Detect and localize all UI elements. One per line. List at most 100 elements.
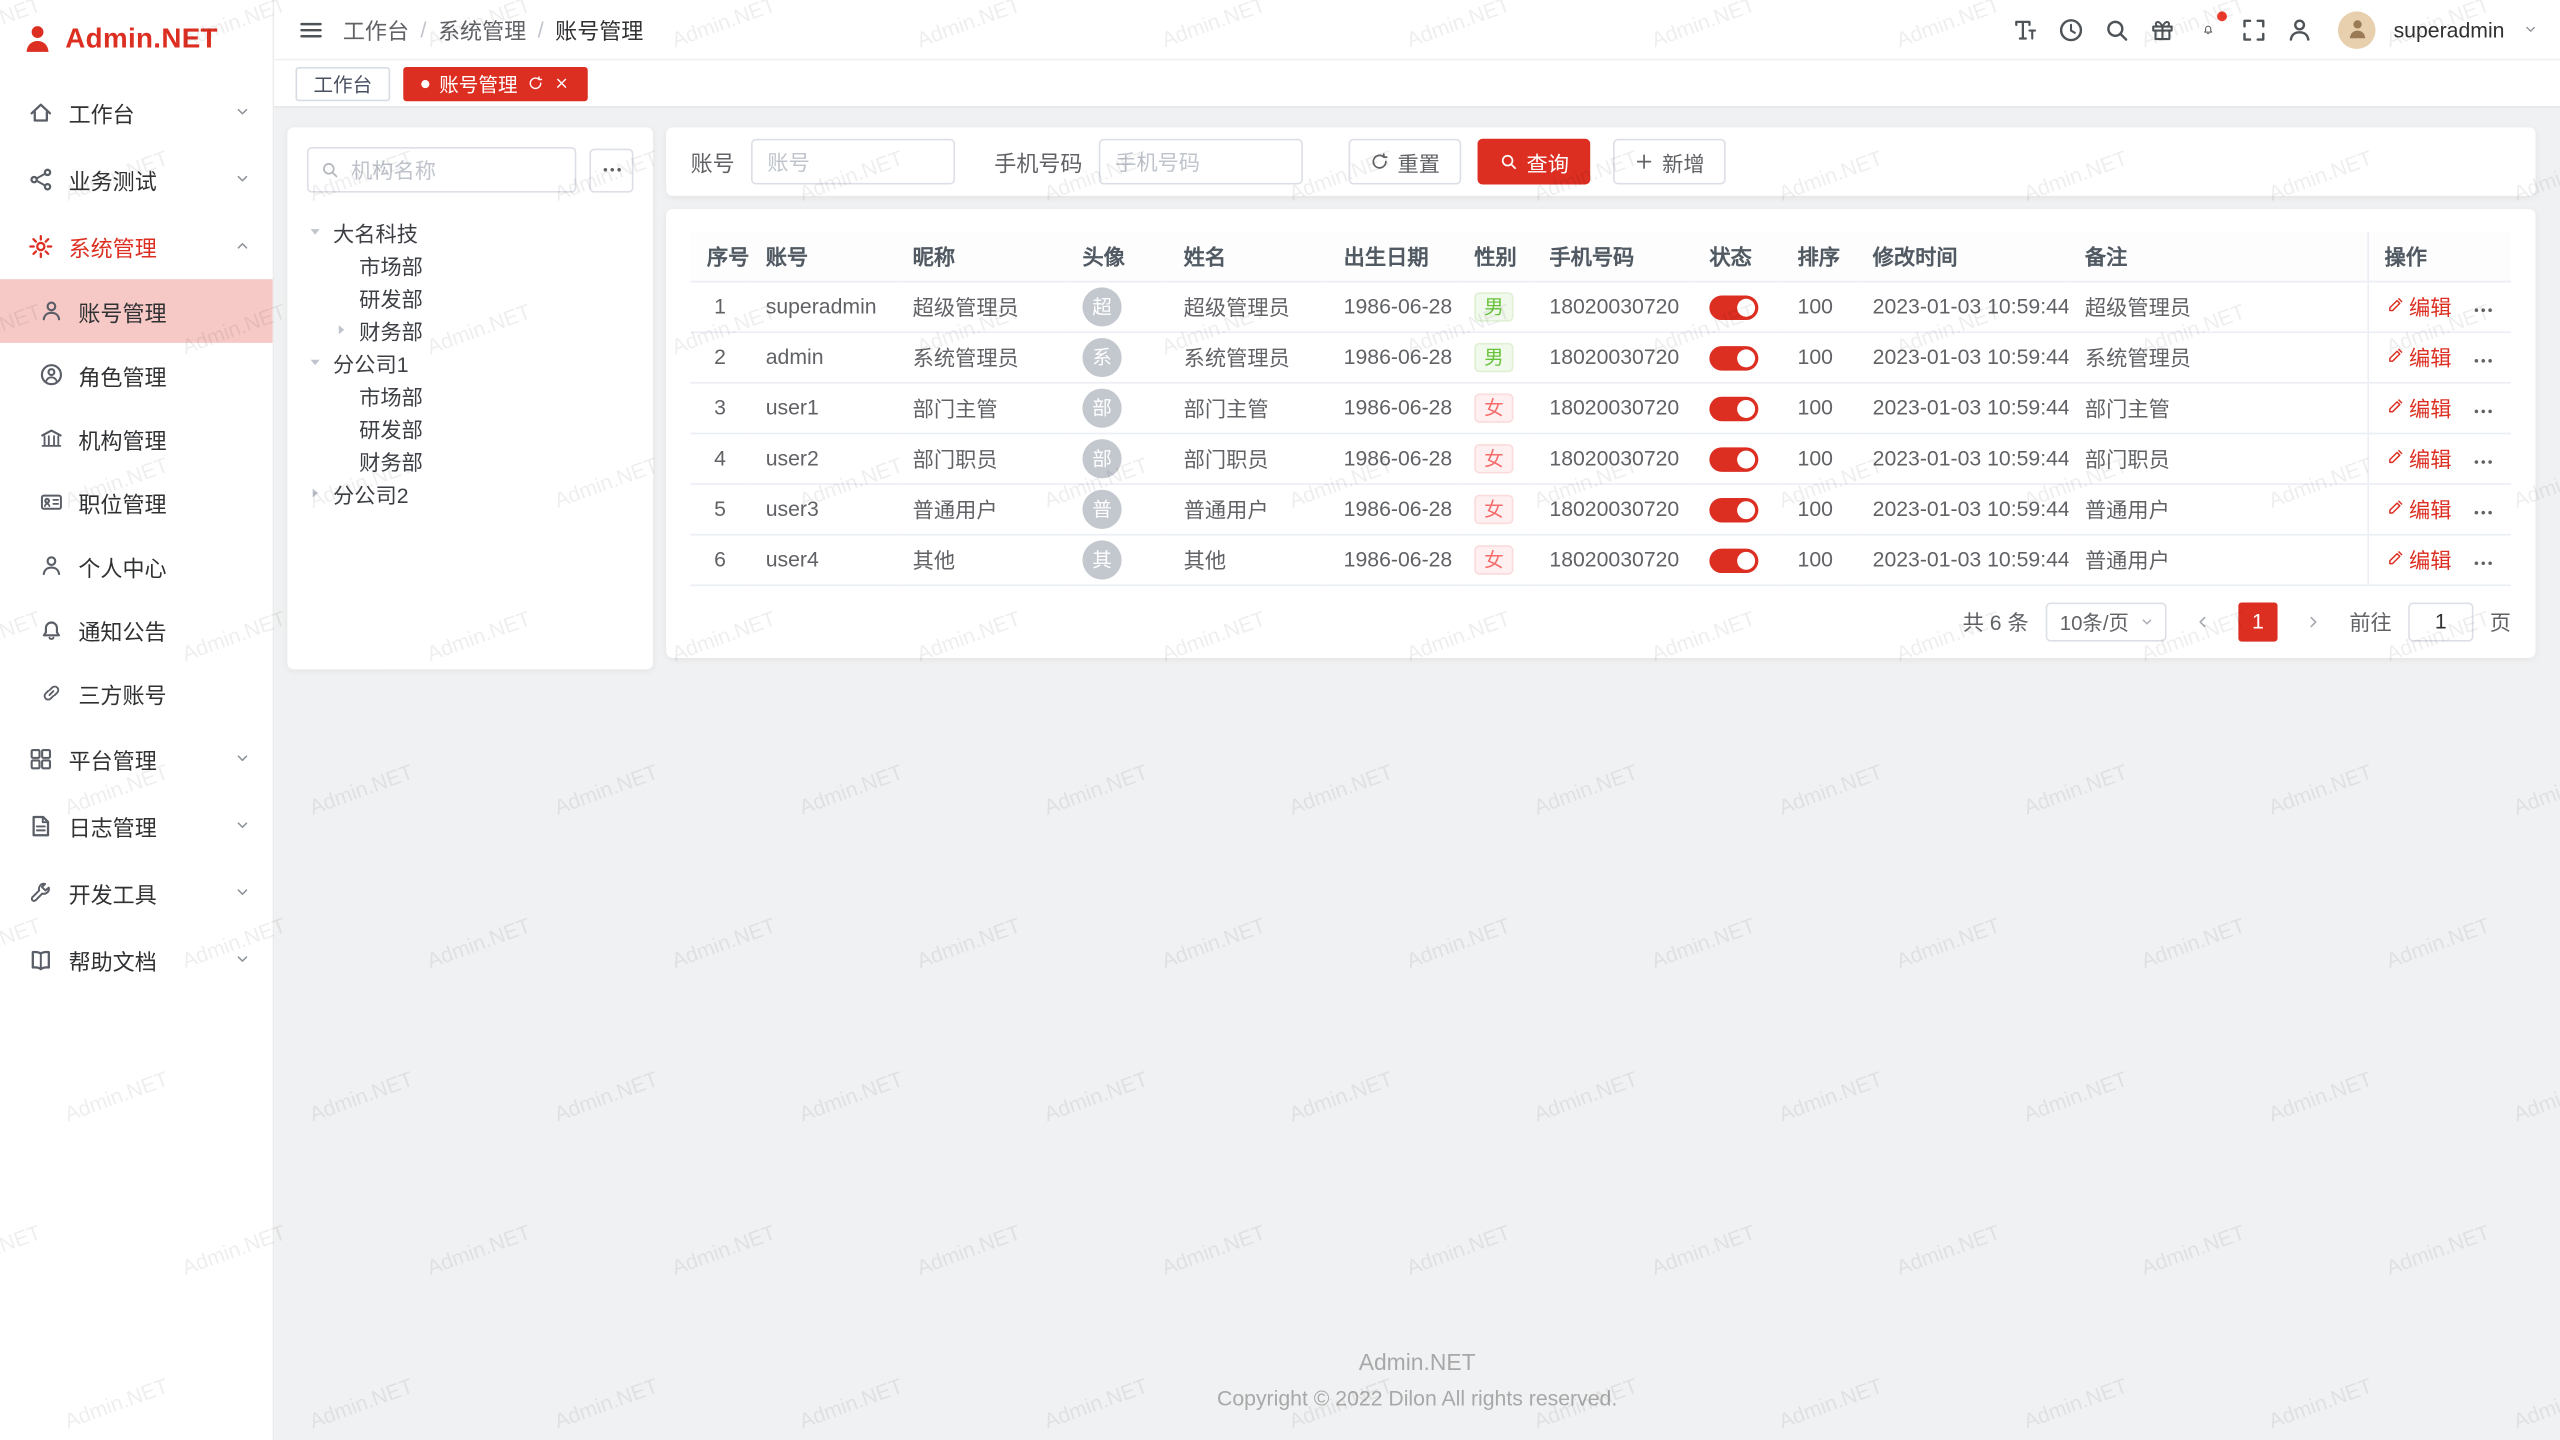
breadcrumb-item-0[interactable]: 工作台 [343, 13, 409, 46]
sidebar-item-0[interactable]: 工作台 [0, 78, 273, 145]
notification-bell-icon[interactable] [2194, 15, 2222, 44]
org-more-button[interactable] [589, 148, 633, 192]
content-area: 大名科技市场部研发部财务部分公司1市场部研发部财务部分公司2 账号 手机号码 重… [274, 108, 2560, 1332]
sidebar-item-5[interactable]: 开发工具 [0, 859, 273, 926]
status-switch[interactable] [1709, 295, 1758, 319]
tree-caret-spacer [333, 284, 359, 310]
prev-page-button[interactable] [2183, 602, 2222, 641]
org-search-input[interactable] [307, 147, 576, 193]
tree-node-8[interactable]: 分公司2 [307, 477, 634, 510]
cell-actions: 编辑 [2367, 281, 2511, 332]
cell-name: 其他 [1167, 534, 1327, 585]
edit-button[interactable]: 编辑 [2384, 341, 2451, 372]
tab-1[interactable]: 账号管理 [403, 66, 588, 100]
edit-button[interactable]: 编辑 [2384, 392, 2451, 423]
row-more-button[interactable] [2471, 501, 2494, 524]
gift-icon[interactable] [2149, 16, 2177, 44]
tree-node-label: 分公司2 [333, 478, 408, 509]
sidebar-item-6[interactable]: 帮助文档 [0, 926, 273, 993]
edit-button[interactable]: 编辑 [2384, 442, 2451, 473]
account-filter-input[interactable] [751, 139, 955, 185]
chevron-down-icon[interactable] [2522, 21, 2538, 37]
row-more-button[interactable] [2471, 400, 2494, 423]
sidebar-subitem-label: 角色管理 [78, 358, 166, 391]
gear-icon [28, 233, 54, 259]
cell-index: 6 [691, 534, 750, 585]
page-size-select[interactable]: 10条/页 [2045, 602, 2166, 641]
fullscreen-icon[interactable] [2240, 16, 2268, 44]
edit-button[interactable]: 编辑 [2384, 493, 2451, 524]
org-tree: 大名科技市场部研发部财务部分公司1市场部研发部财务部分公司2 [307, 216, 634, 510]
collapse-menu-icon[interactable] [297, 16, 325, 44]
chevron-down-icon [233, 816, 251, 834]
tree-node-3[interactable]: 财务部 [307, 313, 634, 346]
profile-icon[interactable] [2286, 16, 2314, 44]
cell-birthdate: 1986-06-28 [1327, 483, 1458, 534]
goto-page-input[interactable] [2408, 602, 2473, 641]
gender-badge: 女 [1474, 544, 1513, 573]
sidebar-subitem-2-0[interactable]: 账号管理 [0, 279, 273, 343]
next-page-button[interactable] [2294, 602, 2333, 641]
row-more-button[interactable] [2471, 349, 2494, 372]
page-1-button[interactable]: 1 [2238, 602, 2277, 641]
add-button[interactable]: 新增 [1613, 139, 1726, 185]
status-switch[interactable] [1709, 497, 1758, 521]
user-avatar[interactable] [2338, 11, 2376, 49]
caret-down-icon[interactable] [307, 219, 333, 245]
tree-node-7[interactable]: 财务部 [307, 444, 634, 477]
caret-right-icon[interactable] [307, 480, 333, 506]
viewport-scale: Admin.NET 工作台业务测试系统管理账号管理角色管理机构管理职位管理个人中… [0, 0, 2560, 1440]
tab-close-icon[interactable] [554, 75, 570, 91]
caret-down-icon[interactable] [307, 349, 333, 375]
sidebar-subitem-2-6[interactable]: 三方账号 [0, 661, 273, 725]
plus-icon [1634, 152, 1654, 172]
username[interactable]: superadmin [2394, 17, 2505, 41]
tab-refresh-icon[interactable] [527, 75, 543, 91]
tree-node-5[interactable]: 市场部 [307, 379, 634, 412]
tree-caret-spacer [333, 447, 359, 473]
cell-index: 4 [691, 433, 750, 484]
screen-lock-icon[interactable] [2057, 16, 2085, 44]
chevron-down-icon [2139, 613, 2155, 629]
global-search-icon[interactable] [2103, 16, 2131, 44]
row-more-button[interactable] [2471, 299, 2494, 322]
row-more-button[interactable] [2471, 552, 2494, 575]
sidebar-subitem-2-2[interactable]: 机构管理 [0, 407, 273, 471]
cell-order: 100 [1781, 382, 1856, 433]
query-button[interactable]: 查询 [1478, 139, 1591, 185]
org-search-wrap [307, 147, 576, 193]
phone-filter-input[interactable] [1099, 139, 1303, 185]
tree-node-label: 财务部 [359, 314, 423, 345]
tree-node-0[interactable]: 大名科技 [307, 216, 634, 249]
footer-title: Admin.NET [274, 1349, 2560, 1375]
tree-node-4[interactable]: 分公司1 [307, 346, 634, 379]
sidebar-item-2[interactable]: 系统管理 [0, 212, 273, 279]
status-switch[interactable] [1709, 396, 1758, 420]
logo[interactable]: Admin.NET [0, 0, 273, 78]
tree-node-2[interactable]: 研发部 [307, 281, 634, 314]
tab-0[interactable]: 工作台 [296, 66, 391, 100]
breadcrumb-item-1[interactable]: 系统管理 [438, 13, 526, 46]
edit-button[interactable]: 编辑 [2384, 544, 2451, 575]
status-switch[interactable] [1709, 447, 1758, 471]
sidebar-subitem-2-5[interactable]: 通知公告 [0, 598, 273, 662]
edit-button[interactable]: 编辑 [2384, 291, 2451, 322]
page-size-value: 10条/页 [2060, 606, 2129, 637]
caret-right-icon[interactable] [333, 317, 359, 343]
font-size-icon[interactable] [2012, 16, 2040, 44]
sidebar-item-3[interactable]: 平台管理 [0, 725, 273, 792]
tree-node-1[interactable]: 市场部 [307, 248, 634, 281]
sidebar-subitem-2-1[interactable]: 角色管理 [0, 343, 273, 407]
sidebar-item-1[interactable]: 业务测试 [0, 145, 273, 212]
row-more-button[interactable] [2471, 451, 2494, 474]
sidebar-subitem-2-4[interactable]: 个人中心 [0, 534, 273, 598]
reset-button[interactable]: 重置 [1349, 139, 1462, 185]
status-switch[interactable] [1709, 345, 1758, 369]
topbar: 工作台/系统管理/账号管理 superadmin [274, 0, 2560, 60]
status-switch[interactable] [1709, 548, 1758, 572]
sidebar-item-4[interactable]: 日志管理 [0, 792, 273, 859]
tab-active-dot [421, 79, 429, 87]
tree-node-6[interactable]: 研发部 [307, 411, 634, 444]
sidebar-subitem-2-3[interactable]: 职位管理 [0, 470, 273, 534]
tree-node-label: 研发部 [359, 282, 423, 313]
